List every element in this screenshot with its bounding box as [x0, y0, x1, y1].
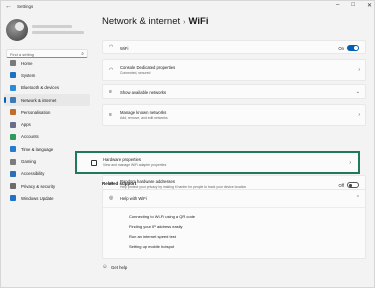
- sidebar-item-bluetooth-devices[interactable]: Bluetooth & devices: [4, 82, 90, 94]
- help-with-wifi-title[interactable]: Help with WiFi: [120, 196, 147, 201]
- sidebar-item-label: System: [21, 72, 36, 78]
- chevron-down-icon: ⌄: [355, 89, 360, 95]
- close-icon[interactable]: ✕: [367, 2, 372, 9]
- clock-globe-icon: [10, 146, 16, 153]
- system-icon: [10, 72, 16, 79]
- profile-email-redacted: [32, 31, 84, 34]
- help-link-speed-test[interactable]: Run an internet speed test: [129, 234, 176, 239]
- sidebar-item-label: Network & internet: [21, 97, 57, 103]
- breadcrumb-parent[interactable]: Network & internet: [102, 16, 180, 27]
- sidebar-item-label: Time & language: [21, 146, 54, 152]
- apps-icon: [10, 121, 16, 128]
- settings-window: ← Settings – □ ✕ Find a setting ⌕ Home Sy…: [0, 0, 375, 288]
- brush-icon: [10, 109, 16, 116]
- chevron-up-icon[interactable]: ⌃: [356, 195, 360, 201]
- connected-network-title: Console Dedicated properties: [120, 65, 176, 70]
- profile-name-redacted: [32, 25, 72, 28]
- sidebar-item-label: Windows Update: [21, 195, 54, 201]
- sidebar-item-label: Personalisation: [21, 109, 51, 115]
- chevron-right-icon: ›: [358, 67, 360, 73]
- random-addresses-state: Off: [338, 182, 344, 188]
- hardware-properties-title: Hardware properties: [103, 157, 141, 162]
- help-link-ip-address[interactable]: Finding your IP address easily: [129, 224, 183, 229]
- wifi-toggle[interactable]: [347, 45, 359, 51]
- breadcrumb-separator: ›: [183, 19, 186, 26]
- show-networks-row[interactable]: ≡ Show available networks ⌄: [102, 84, 366, 99]
- list-icon: ≡: [109, 89, 112, 95]
- back-arrow-icon[interactable]: ←: [5, 3, 12, 10]
- sidebar-item-label: Home: [21, 60, 33, 66]
- sidebar-item-accounts[interactable]: Accounts: [4, 131, 90, 143]
- connected-network-row[interactable]: ◠ Console Dedicated properties Connected…: [102, 59, 366, 81]
- controller-icon: [10, 158, 16, 165]
- sidebar-item-personalisation[interactable]: Personalisation: [4, 106, 90, 118]
- help-link-mobile-hotspot[interactable]: Setting up mobile hotspot: [129, 244, 174, 249]
- sidebar-item-privacy-security[interactable]: Privacy & security: [4, 180, 90, 192]
- help-divider: [103, 207, 365, 208]
- hardware-properties-subtitle: View and manage WiFi adapter properties: [103, 163, 167, 167]
- minimize-icon[interactable]: –: [336, 2, 339, 9]
- get-help-link[interactable]: Get help: [111, 265, 127, 270]
- help-link-qr-code[interactable]: Connecting to Wi-Fi using a QR code: [129, 214, 195, 219]
- get-help-icon: ☺: [102, 264, 108, 270]
- manage-networks-title: Manage known networks: [120, 110, 167, 115]
- wifi-signal-icon: ◠: [109, 67, 114, 73]
- user-profile[interactable]: [6, 19, 86, 43]
- hardware-properties-row[interactable]: Hardware properties View and manage WiFi…: [75, 151, 360, 174]
- related-support-heading: Related support: [102, 181, 137, 186]
- sidebar-item-label: Apps: [21, 122, 31, 128]
- accessibility-icon: [10, 170, 16, 177]
- wifi-state: On: [338, 45, 344, 51]
- home-icon: [10, 60, 16, 67]
- show-networks-title: Show available networks: [120, 90, 167, 95]
- hardware-icon: [91, 160, 97, 166]
- app-title: Settings: [17, 4, 34, 9]
- account-icon: [10, 133, 16, 140]
- manage-networks-row[interactable]: ≡ Manage known networks Add, remove, and…: [102, 104, 366, 126]
- sidebar-item-label: Bluetooth & devices: [21, 85, 59, 91]
- manage-list-icon: ≡: [109, 112, 112, 118]
- sidebar-item-label: Gaming: [21, 159, 37, 165]
- globe-icon: ◎: [109, 195, 114, 201]
- sidebar-item-label: Accessibility: [21, 171, 45, 177]
- avatar: [6, 19, 28, 41]
- update-icon: [10, 195, 16, 202]
- network-icon: [10, 97, 16, 104]
- random-addresses-toggle-group: Off: [338, 182, 359, 188]
- sidebar-item-windows-update[interactable]: Windows Update: [4, 192, 90, 204]
- sidebar-item-label: Accounts: [21, 134, 39, 140]
- sidebar-nav: Home System Bluetooth & devices Network & i…: [4, 57, 90, 205]
- manage-networks-subtitle: Add, remove, and edit networks: [120, 116, 168, 120]
- wifi-toggle-group: On: [338, 45, 359, 51]
- connected-network-status: Connected, secured: [120, 71, 151, 75]
- help-with-wifi-card: ◎ Help with WiFi ⌃ Connecting to Wi-Fi u…: [102, 189, 366, 259]
- sidebar-item-home[interactable]: Home: [4, 57, 90, 69]
- maximize-icon[interactable]: □: [351, 2, 355, 9]
- bluetooth-icon: [10, 84, 16, 91]
- page-title: WiFi: [188, 16, 209, 27]
- wifi-label: WiFi: [120, 46, 129, 51]
- sidebar-item-network-internet[interactable]: Network & internet: [4, 93, 90, 107]
- breadcrumb: Network & internet › WiFi: [102, 16, 208, 27]
- chevron-right-icon: ›: [349, 160, 351, 166]
- sidebar-item-apps[interactable]: Apps: [4, 118, 90, 130]
- title-bar: ← Settings – □ ✕: [1, 1, 374, 13]
- sidebar-item-label: Privacy & security: [21, 183, 56, 189]
- sidebar-item-system[interactable]: System: [4, 69, 90, 81]
- wifi-toggle-row[interactable]: ◠ WiFi On: [102, 40, 366, 54]
- shield-icon: [10, 183, 16, 190]
- chevron-right-icon: ›: [358, 112, 360, 118]
- window-controls: – □ ✕: [336, 2, 372, 9]
- wifi-icon: ◠: [109, 44, 114, 50]
- random-addresses-toggle[interactable]: [347, 182, 359, 188]
